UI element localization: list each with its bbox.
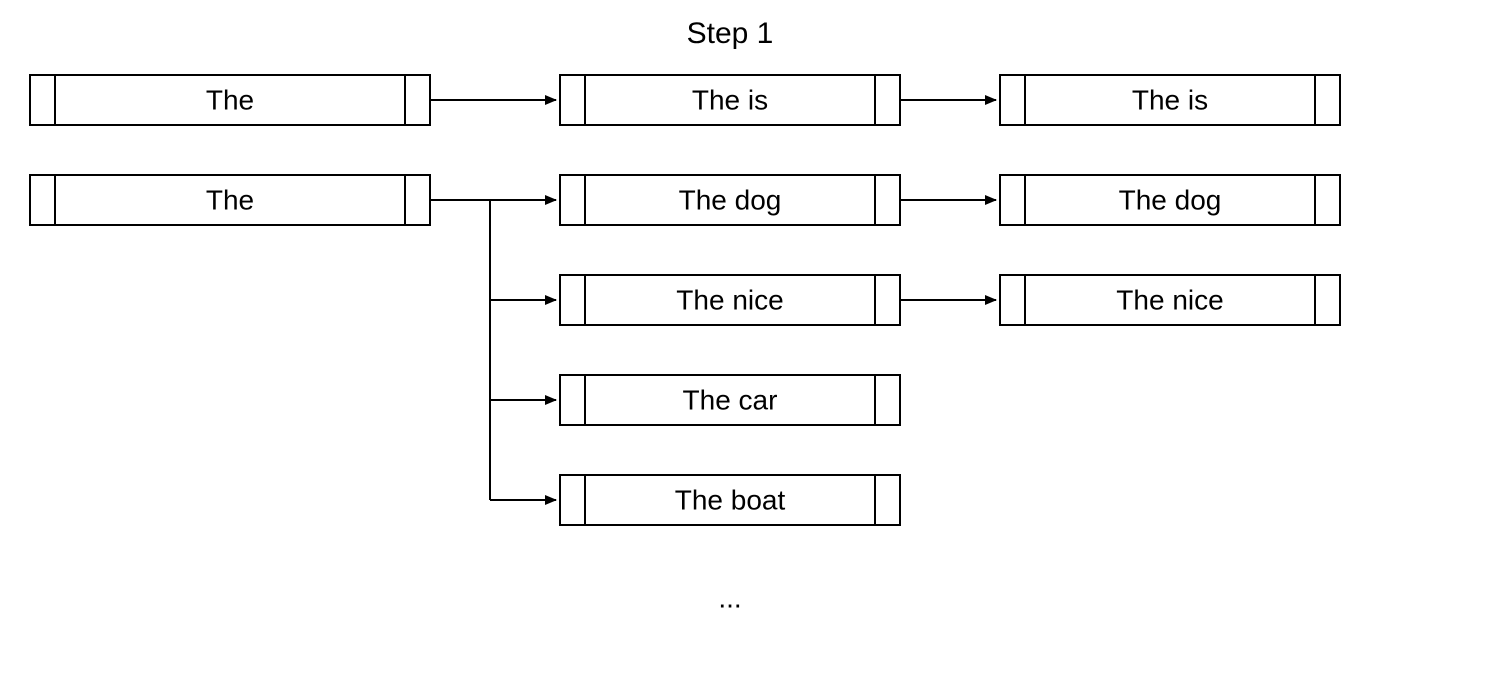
node-col1-row1: The bbox=[30, 75, 430, 125]
step-title: Step 1 bbox=[687, 17, 774, 50]
node-text: The is bbox=[692, 84, 768, 115]
node-text: The dog bbox=[1119, 184, 1222, 215]
node-col2-row4: The car bbox=[560, 375, 900, 425]
node-text: The nice bbox=[676, 284, 783, 315]
node-text: The bbox=[206, 84, 254, 115]
node-text: The nice bbox=[1116, 284, 1223, 315]
node-col2-row2: The dog bbox=[560, 175, 900, 225]
node-text: The dog bbox=[679, 184, 782, 215]
node-col3-row3: The nice bbox=[1000, 275, 1340, 325]
node-col1-row2: The bbox=[30, 175, 430, 225]
node-text: The boat bbox=[675, 484, 786, 515]
node-col3-row2: The dog bbox=[1000, 175, 1340, 225]
node-text: The car bbox=[683, 384, 778, 415]
node-col2-row1: The is bbox=[560, 75, 900, 125]
node-col2-row3: The nice bbox=[560, 275, 900, 325]
diagram-canvas: Step 1 The The The is The dog The nice bbox=[0, 0, 1509, 697]
ellipsis: ... bbox=[718, 582, 741, 613]
node-text: The is bbox=[1132, 84, 1208, 115]
node-col2-row5: The boat bbox=[560, 475, 900, 525]
node-col3-row1: The is bbox=[1000, 75, 1340, 125]
node-text: The bbox=[206, 184, 254, 215]
